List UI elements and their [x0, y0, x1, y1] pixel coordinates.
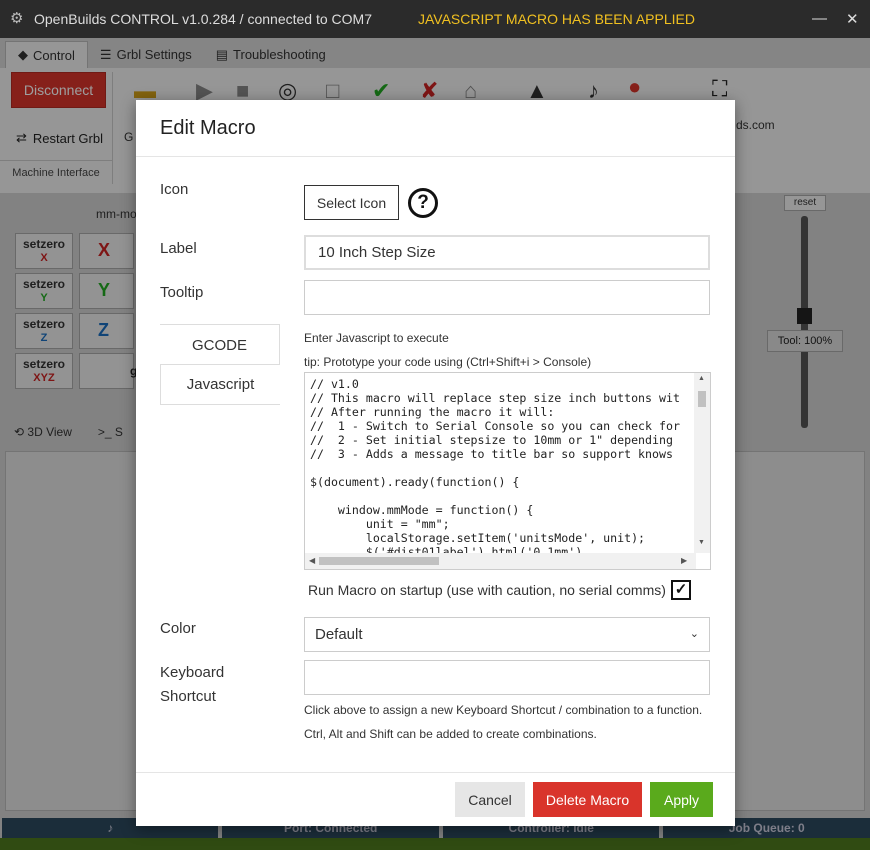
dialog-title: Edit Macro [160, 116, 256, 139]
delete-macro-button[interactable]: Delete Macro [533, 782, 642, 817]
scroll-down-icon[interactable]: ▼ [698, 539, 705, 546]
keyboard-shortcut-input[interactable] [304, 660, 710, 695]
tooltip-label: Tooltip [160, 284, 204, 301]
close-button[interactable]: ✕ [846, 10, 859, 28]
color-label: Color [160, 620, 196, 637]
macro-applied-notice: JAVASCRIPT MACRO HAS BEEN APPLIED [418, 11, 695, 27]
color-select[interactable]: Default ⌄ [304, 617, 710, 652]
dialog-header: Edit Macro [136, 100, 735, 157]
js-hint: Enter Javascript to execute [304, 331, 449, 345]
window-title: OpenBuilds CONTROL v1.0.284 / connected … [34, 11, 372, 27]
minimize-button[interactable]: — [812, 10, 827, 27]
help-icon[interactable]: ? [408, 188, 438, 218]
edit-macro-dialog: Edit Macro Icon Select Icon ? Label 10 I… [136, 100, 735, 826]
keyboard-label: Keyboard [160, 664, 225, 681]
title-bar: ⚙ OpenBuilds CONTROL v1.0.284 / connecte… [0, 0, 870, 38]
vertical-scrollbar[interactable]: ▲ ▼ [694, 373, 710, 553]
tooltip-input[interactable] [304, 280, 710, 315]
keyboard-hint-1: Click above to assign a new Keyboard Sho… [304, 703, 703, 717]
label-label: Label [160, 240, 197, 257]
vertical-scroll-thumb[interactable] [698, 391, 706, 407]
color-select-value: Default [315, 626, 363, 643]
select-icon-button[interactable]: Select Icon [304, 185, 399, 220]
apply-button[interactable]: Apply [650, 782, 713, 817]
cancel-button[interactable]: Cancel [455, 782, 525, 817]
horizontal-scroll-thumb[interactable] [319, 557, 439, 565]
chevron-down-icon: ⌄ [689, 628, 699, 640]
js-tip: tip: Prototype your code using (Ctrl+Shi… [304, 355, 592, 369]
label-input[interactable]: 10 Inch Step Size [304, 235, 710, 270]
gear-app-icon: ⚙ [10, 10, 24, 27]
horizontal-scrollbar[interactable]: ◀ ▶ [305, 553, 696, 569]
scroll-left-icon[interactable]: ◀ [309, 556, 315, 565]
javascript-code-editor[interactable]: // v1.0 // This macro will replace step … [304, 372, 711, 570]
code-text[interactable]: // v1.0 // This macro will replace step … [310, 377, 680, 559]
scroll-right-icon[interactable]: ▶ [681, 556, 687, 565]
tab-gcode[interactable]: GCODE [160, 324, 280, 365]
icon-label: Icon [160, 181, 189, 198]
keyboard-hint-2: Ctrl, Alt and Shift can be added to crea… [304, 727, 597, 741]
dialog-footer: Cancel Delete Macro Apply [136, 772, 735, 826]
run-on-startup-label: Run Macro on startup (use with caution, … [308, 582, 666, 598]
run-on-startup-checkbox[interactable]: ✓ [671, 580, 691, 600]
shortcut-label: Shortcut [160, 688, 216, 705]
scroll-up-icon[interactable]: ▲ [698, 375, 705, 382]
tab-javascript[interactable]: Javascript [160, 364, 280, 405]
